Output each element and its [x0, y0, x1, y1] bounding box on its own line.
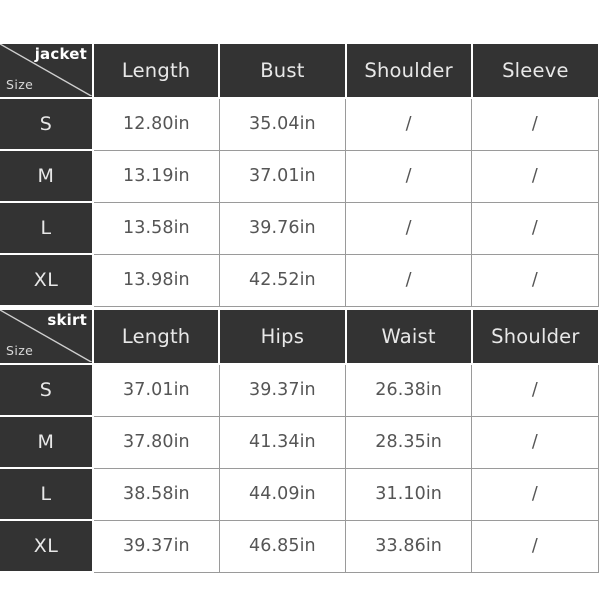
measurement-cell-empty: /: [471, 363, 599, 417]
measurement-cell: 13.19in: [93, 150, 220, 203]
column-header: Waist: [345, 310, 473, 365]
measurement-cell: 38.58in: [93, 468, 220, 521]
column-header: Length: [93, 44, 221, 99]
table-header-row: jacket Size Length Bust Shoulder Sleeve: [0, 44, 598, 99]
jacket-size-table: jacket Size Length Bust Shoulder Sleeve S 12.80…: [0, 44, 599, 307]
measurement-cell: 13.58in: [93, 202, 220, 255]
measurement-cell-empty: /: [345, 254, 473, 307]
table-row: L 13.58in 39.76in / /: [0, 202, 599, 255]
table-header-row: skirt Size Length Hips Waist Shoulder: [0, 310, 598, 365]
size-label-cell: XL: [0, 254, 94, 307]
column-header: Shoulder: [345, 44, 473, 99]
size-label-cell: M: [0, 150, 94, 203]
measurement-cell: 46.85in: [219, 520, 347, 573]
measurement-cell-empty: /: [471, 468, 599, 521]
size-label-cell: L: [0, 202, 94, 255]
measurement-cell: 26.38in: [345, 363, 473, 417]
measurement-cell-empty: /: [471, 150, 599, 203]
measurement-cell: 39.37in: [93, 520, 220, 573]
measurement-cell: 37.80in: [93, 416, 220, 469]
measurement-cell-empty: /: [471, 416, 599, 469]
skirt-size-table: skirt Size Length Hips Waist Shoulder S 37.01in…: [0, 310, 599, 573]
measurement-cell-empty: /: [471, 520, 599, 573]
measurement-cell: 39.76in: [219, 202, 347, 255]
measurement-cell: 31.10in: [345, 468, 473, 521]
corner-size-label: Size: [6, 342, 34, 358]
corner-category-label: skirt: [47, 311, 87, 329]
measurement-cell: 13.98in: [93, 254, 220, 307]
column-header: Hips: [219, 310, 347, 365]
column-header: Bust: [219, 44, 347, 99]
measurement-cell: 12.80in: [93, 97, 220, 151]
measurement-cell-empty: /: [471, 202, 599, 255]
measurement-cell-empty: /: [471, 254, 599, 307]
column-header: Sleeve: [471, 44, 598, 99]
column-header: Shoulder: [471, 310, 598, 365]
measurement-cell-empty: /: [345, 202, 473, 255]
measurement-cell: 37.01in: [219, 150, 347, 203]
size-chart-stack: jacket Size Length Bust Shoulder Sleeve S 12.80…: [0, 44, 599, 573]
size-label-cell: L: [0, 468, 94, 521]
measurement-cell: 44.09in: [219, 468, 347, 521]
measurement-cell: 39.37in: [219, 363, 347, 417]
corner-header-cell: jacket Size: [0, 44, 94, 99]
measurement-cell: 28.35in: [345, 416, 473, 469]
table-row: M 37.80in 41.34in 28.35in /: [0, 416, 599, 469]
measurement-cell: 42.52in: [219, 254, 347, 307]
table-row: S 12.80in 35.04in / /: [0, 97, 599, 151]
size-label-cell: S: [0, 98, 94, 151]
corner-header-cell: skirt Size: [0, 310, 94, 365]
measurement-cell: 35.04in: [219, 97, 347, 151]
table-row: S 37.01in 39.37in 26.38in /: [0, 363, 599, 417]
size-label-cell: M: [0, 416, 94, 469]
measurement-cell: 41.34in: [219, 416, 347, 469]
table-row: M 13.19in 37.01in / /: [0, 150, 599, 203]
measurement-cell-empty: /: [471, 97, 599, 151]
measurement-cell-empty: /: [345, 97, 473, 151]
size-label-cell: XL: [0, 520, 94, 573]
column-header: Length: [93, 310, 221, 365]
measurement-cell: 37.01in: [93, 363, 220, 417]
size-chart-page: jacket Size Length Bust Shoulder Sleeve S 12.80…: [0, 0, 600, 600]
size-label-cell: S: [0, 364, 94, 417]
corner-category-label: jacket: [34, 45, 87, 63]
table-row: L 38.58in 44.09in 31.10in /: [0, 468, 599, 521]
measurement-cell-empty: /: [345, 150, 473, 203]
table-row: XL 39.37in 46.85in 33.86in /: [0, 520, 599, 573]
measurement-cell: 33.86in: [345, 520, 473, 573]
corner-size-label: Size: [6, 76, 34, 92]
table-row: XL 13.98in 42.52in / /: [0, 254, 599, 307]
